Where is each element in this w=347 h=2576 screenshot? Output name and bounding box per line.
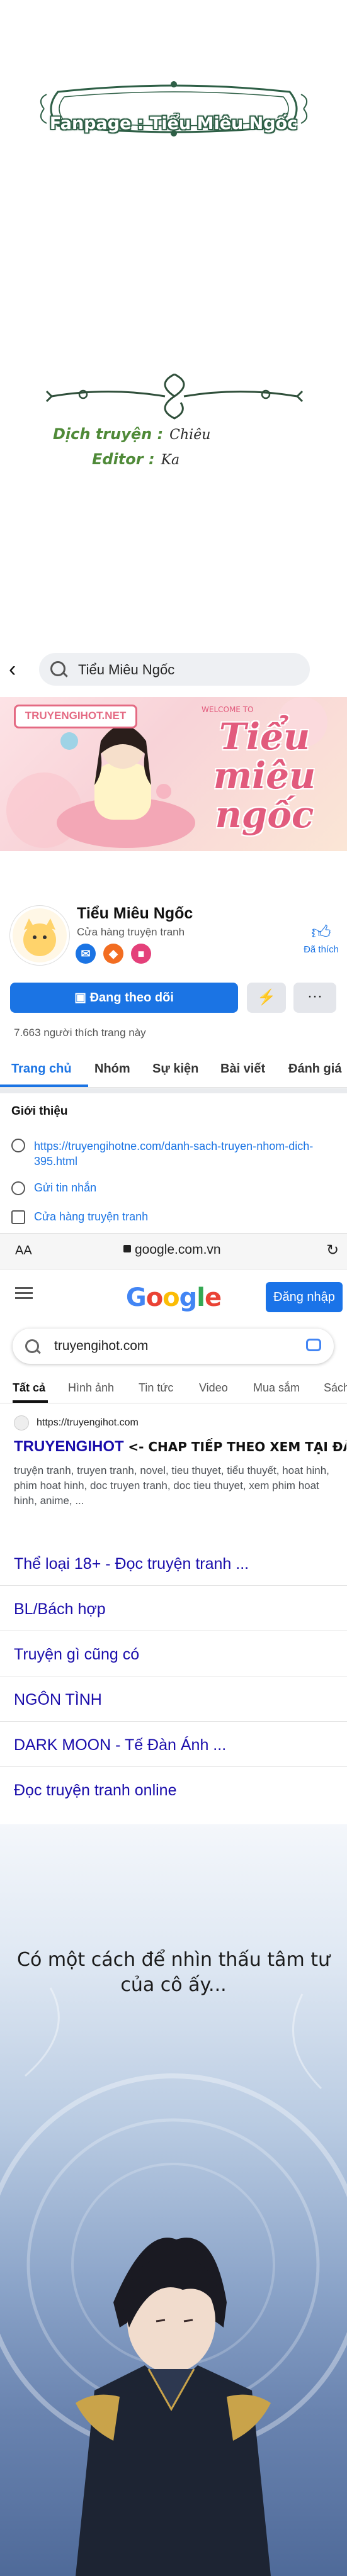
- tab-groups[interactable]: Nhóm: [94, 1062, 130, 1076]
- follow-check-icon: ▣: [74, 991, 90, 1005]
- active-tab-indicator: [0, 1084, 88, 1087]
- page-name: Tiểu Miêu Ngốc: [77, 905, 193, 922]
- browser-address-bar[interactable]: AA google.com.vn ↻: [0, 1233, 347, 1269]
- editor-credit: Editor : Ka: [92, 450, 179, 468]
- cover-badge: TRUYENGIHOT.NET: [14, 705, 137, 728]
- globe-icon: [11, 1139, 25, 1152]
- gtab-news[interactable]: Tin tức: [139, 1381, 173, 1395]
- page-category: Cửa hàng truyện tranh: [77, 926, 185, 938]
- tab-home[interactable]: Trang chủ: [11, 1062, 72, 1076]
- result-title-prefix[interactable]: TRUYENGIHOT: [14, 1438, 124, 1455]
- result-site[interactable]: https://truyengihot.com: [14, 1415, 139, 1430]
- gtab-video[interactable]: Video: [199, 1381, 228, 1395]
- search-icon: [25, 1339, 39, 1353]
- google-query[interactable]: truyengihot.com: [54, 1339, 148, 1354]
- thumbs-up-icon: 👍︎: [311, 922, 331, 943]
- gtab-shopping[interactable]: Mua sắm: [253, 1381, 300, 1395]
- google-tabs: Tất cả Hình ảnh Tin tức Video Mua sắm Sá…: [0, 1375, 347, 1403]
- google-search-input[interactable]: truyengihot.com: [13, 1329, 334, 1364]
- translator-credit: Dịch truyện : Chiêu: [53, 425, 210, 443]
- gift-icon[interactable]: ■: [131, 944, 151, 964]
- likes-count: 7.663 người thích trang này: [14, 1027, 146, 1039]
- sublink-4[interactable]: NGÔN TÌNH: [14, 1691, 335, 1709]
- fanpage-credit: Fanpage : Tiểu Miêu Ngốc: [49, 114, 298, 133]
- editor-label: Editor :: [92, 450, 155, 468]
- following-button[interactable]: ▣ Đang theo dõi: [10, 983, 238, 1013]
- reader-aa-button[interactable]: AA: [15, 1244, 32, 1258]
- sublink-5[interactable]: DARK MOON - Tế Đàn Ánh ...: [14, 1736, 335, 1754]
- gtab-books[interactable]: Sách: [324, 1381, 347, 1395]
- sublink-divider: [0, 1585, 347, 1586]
- more-dots-icon: ···: [307, 988, 322, 1005]
- intro-message-row[interactable]: Gửi tin nhắn: [11, 1181, 96, 1195]
- sublink-6[interactable]: Đọc truyện tranh online: [14, 1781, 335, 1800]
- gtab-all[interactable]: Tất cả: [13, 1381, 45, 1395]
- tab-reviews[interactable]: Đánh giá: [288, 1062, 341, 1076]
- sublink-divider: [0, 1721, 347, 1722]
- sign-in-button[interactable]: Đăng nhập: [266, 1282, 343, 1312]
- intro-title: Giới thiệu: [11, 1105, 68, 1118]
- page-avatar[interactable]: [10, 906, 69, 965]
- like-status[interactable]: 👍︎ Đã thích: [296, 922, 346, 955]
- logo-letter-o1: o: [145, 1283, 164, 1312]
- search-icon: [50, 661, 65, 676]
- tab-posts[interactable]: Bài viết: [220, 1062, 265, 1076]
- cover-script-title: Tiểu miêu ngốc: [213, 715, 316, 836]
- comic-panel: [0, 1824, 347, 2576]
- avatar-illustration-icon: [13, 908, 67, 962]
- tab-events[interactable]: Sự kiện: [152, 1062, 198, 1076]
- result-snippet: truyện tranh, truyen tranh, novel, tieu …: [14, 1464, 329, 1507]
- logo-letter-e: e: [205, 1283, 222, 1312]
- lock-icon: [123, 1245, 131, 1252]
- messenger-outline-icon: [11, 1181, 25, 1195]
- back-arrow-icon[interactable]: ‹: [9, 654, 28, 684]
- result-site-url[interactable]: https://truyengihot.com: [37, 1417, 139, 1428]
- messenger-bolt-icon: ⚡: [257, 989, 276, 1006]
- sublink-divider: [0, 1766, 347, 1767]
- section-divider: [0, 1088, 347, 1093]
- intro-category-row[interactable]: Cửa hàng truyện tranh: [11, 1210, 148, 1224]
- result-title-suffix: <- CHAP TIẾP THEO XEM TẠI ĐÂY NHA: [128, 1439, 346, 1454]
- logo-letter-o2: o: [162, 1283, 180, 1312]
- flame-icon[interactable]: ◆: [103, 944, 123, 964]
- intro-website-link[interactable]: https://truyengihotne.com/danh-sach-truy…: [34, 1139, 330, 1169]
- address-url[interactable]: google.com.vn: [135, 1242, 221, 1257]
- like-label: Đã thích: [304, 944, 339, 955]
- lens-camera-icon[interactable]: [306, 1339, 321, 1351]
- editor-signature: Ka: [161, 452, 180, 468]
- ornament-divider-icon: [45, 373, 304, 420]
- intro-message-label[interactable]: Gửi tin nhắn: [34, 1181, 96, 1194]
- following-label: Đang theo dõi: [89, 991, 174, 1005]
- translator-label: Dịch truyện :: [53, 425, 164, 443]
- gtab-images[interactable]: Hình ảnh: [68, 1381, 114, 1395]
- result-title[interactable]: TRUYENGIHOT <- CHAP TIẾP THEO XEM TẠI ĐÂ…: [14, 1438, 346, 1456]
- site-favicon-icon: [14, 1415, 29, 1430]
- cover-welcome: WELCOME TO: [202, 705, 253, 714]
- logo-letter-g2: g: [179, 1283, 198, 1312]
- tag-icon: [11, 1210, 25, 1224]
- sublink-3[interactable]: Truyện gì cũng có: [14, 1646, 335, 1664]
- reload-icon[interactable]: ↻: [326, 1241, 339, 1259]
- intro-category-label[interactable]: Cửa hàng truyện tranh: [34, 1210, 148, 1223]
- page-badges: ✉ ◆ ■: [76, 944, 159, 966]
- messenger-icon[interactable]: ✉: [76, 944, 96, 964]
- search-query: Tiểu Miêu Ngốc: [78, 662, 175, 677]
- more-button[interactable]: ···: [293, 983, 336, 1013]
- sublink-1[interactable]: Thể loại 18+ - Đọc truyện tranh ...: [14, 1555, 335, 1573]
- active-gtab-indicator: [13, 1400, 48, 1403]
- facebook-search-bar[interactable]: Tiểu Miêu Ngốc: [39, 653, 310, 686]
- speech-text: Có một cách để nhìn thấu tâm tư của cô ấ…: [17, 1949, 330, 1996]
- messenger-button[interactable]: ⚡: [247, 983, 286, 1013]
- logo-letter-l: l: [196, 1283, 205, 1312]
- page-tabs: Trang chủ Nhóm Sự kiện Bài viết Đánh giá: [0, 1052, 347, 1088]
- comic-art-icon: [0, 1987, 347, 2576]
- intro-website-row[interactable]: https://truyengihotne.com/danh-sach-truy…: [11, 1139, 330, 1169]
- sublink-2[interactable]: BL/Bách hợp: [14, 1600, 335, 1619]
- logo-letter-g: G: [125, 1283, 147, 1312]
- translator-signature: Chiêu: [169, 427, 211, 443]
